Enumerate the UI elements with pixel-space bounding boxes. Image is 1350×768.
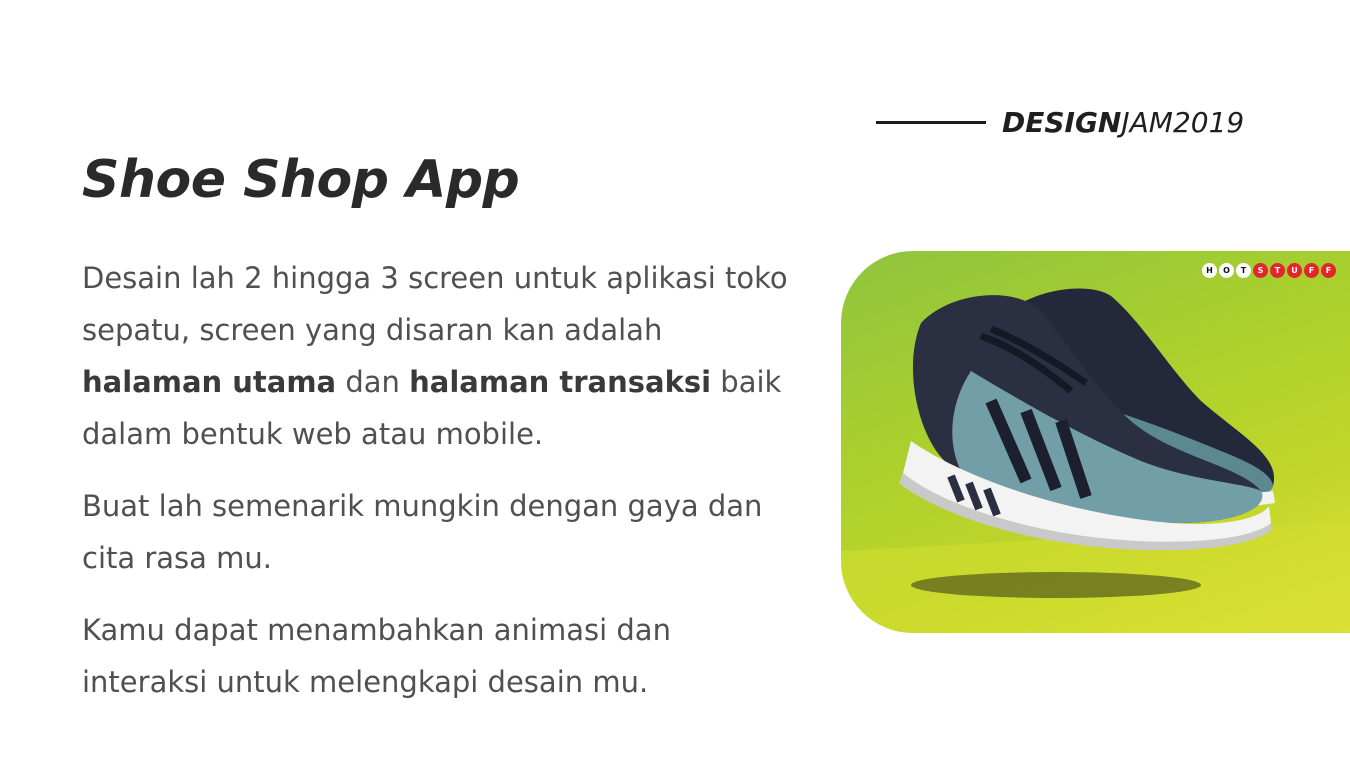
paragraph-2: Buat lah semenarik mungkin dengan gaya d… — [82, 489, 763, 575]
brand-divider-line — [876, 120, 986, 124]
brand-text-light: JAM2019 — [1121, 105, 1245, 139]
paragraph-1: Desain lah 2 hingga 3 screen untuk aplik… — [82, 252, 802, 460]
highlight-halaman-utama: halaman utama — [82, 365, 337, 399]
paragraph-1-intro: Desain lah 2 hingga 3 screen untuk aplik… — [82, 261, 788, 347]
paragraph-1-connector: dan — [345, 365, 400, 399]
brand-text: DESIGNJAM2019 — [1002, 106, 1244, 139]
brand-tag: DESIGNJAM2019 — [876, 104, 1244, 140]
shoe-shadow — [911, 572, 1201, 598]
badge-letter: T — [1270, 263, 1285, 278]
brand-text-bold: DESIGN — [1002, 105, 1122, 139]
badge-letter: H — [1202, 263, 1217, 278]
badge-letter: S — [1253, 263, 1268, 278]
hot-stuff-badge: H O T S T U F F — [1202, 263, 1336, 278]
badge-letter: F — [1304, 263, 1319, 278]
badge-letter: U — [1287, 263, 1302, 278]
highlight-halaman-transaksi: halaman transaksi — [409, 365, 712, 399]
paragraph-3: Kamu dapat menambahkan animasi dan inter… — [82, 613, 671, 699]
badge-letter: T — [1236, 263, 1251, 278]
product-image: H O T S T U F F — [841, 251, 1350, 633]
badge-letter: F — [1321, 263, 1336, 278]
badge-letter: O — [1219, 263, 1234, 278]
description: Desain lah 2 hingga 3 screen untuk aplik… — [82, 252, 802, 728]
shoe-illustration — [841, 288, 1350, 633]
page-title: Shoe Shop App — [82, 150, 520, 210]
